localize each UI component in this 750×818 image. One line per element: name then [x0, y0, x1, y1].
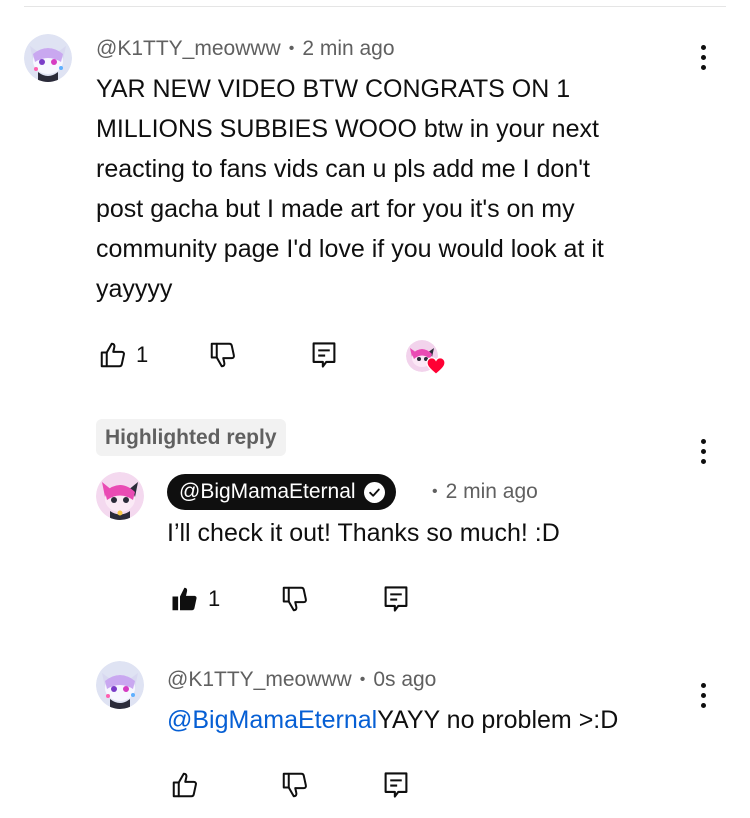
comment-time[interactable]: 2 min ago [302, 37, 394, 61]
meta-separator: • [359, 671, 366, 688]
comment-more-vert-icon[interactable] [693, 42, 713, 72]
reply2-author[interactable]: @K1TTY_meowww [167, 668, 352, 692]
comment-text-line: YAR NEW VIDEO BTW CONGRATS ON 1 [96, 75, 571, 103]
reply1-text: I’ll check it out! Thanks so much! :D [167, 519, 560, 547]
comment-text-line: post gacha but I made art for you it's o… [96, 195, 575, 223]
like-button[interactable] [170, 770, 200, 800]
comment-text-line: community page I'd love if you would loo… [96, 235, 604, 263]
comment-meta: @K1TTY_meowww • 2 min ago [96, 37, 395, 61]
like-icon [172, 772, 197, 798]
top-divider [24, 6, 726, 7]
verified-icon [363, 481, 385, 503]
reply-icon [312, 342, 336, 368]
dislike-button[interactable] [280, 584, 310, 614]
reply-button[interactable] [382, 770, 410, 800]
reply1-more-vert-icon[interactable] [693, 436, 713, 466]
like-icon [100, 342, 125, 368]
reply-button[interactable] [310, 340, 338, 370]
like-icon [172, 587, 197, 611]
mention-link[interactable]: @BigMamaEternal [167, 706, 377, 734]
comment-text-line: yayyyy [96, 275, 173, 303]
comment-text-line: reacting to fans vids can u pls add me I… [96, 155, 590, 183]
comment-text: YAR NEW VIDEO BTW CONGRATS ON 1 MILLIONS… [96, 69, 604, 309]
like-button[interactable]: 1 [98, 340, 148, 370]
reply-icon [384, 772, 408, 798]
reply-icon [384, 586, 408, 612]
meta-separator: • [432, 483, 438, 500]
creator-author-badge[interactable]: @BigMamaEternal [167, 474, 396, 510]
heart-icon [426, 357, 446, 375]
reply1-time[interactable]: 2 min ago [446, 480, 538, 504]
like-button[interactable]: 1 [170, 584, 220, 614]
meta-separator: • [288, 40, 295, 57]
dislike-icon [282, 772, 307, 798]
avatar[interactable] [24, 34, 72, 82]
reply2-meta: @K1TTY_meowww • 0s ago [167, 668, 436, 692]
dislike-button[interactable] [280, 770, 310, 800]
reply1-meta: • 2 min ago [432, 480, 538, 504]
reply1-author: @BigMamaEternal [179, 480, 356, 503]
avatar[interactable] [96, 661, 144, 709]
dislike-button[interactable] [208, 340, 238, 370]
highlighted-reply-badge: Highlighted reply [96, 419, 286, 456]
comment-author[interactable]: @K1TTY_meowww [96, 37, 281, 61]
dislike-icon [282, 586, 307, 612]
reply2-more-vert-icon[interactable] [693, 680, 713, 710]
dislike-icon [210, 342, 235, 368]
comment-text-line: MILLIONS SUBBIES WOOO btw in your next [96, 115, 599, 143]
like-count: 1 [208, 586, 221, 611]
reply2-text-content: YAYY no problem >:D [377, 706, 619, 734]
avatar[interactable] [96, 472, 144, 520]
reply2-time[interactable]: 0s ago [373, 668, 436, 692]
reply2-text: @BigMamaEternalYAYY no problem >:D [167, 700, 618, 740]
reply-button[interactable] [382, 584, 410, 614]
like-count: 1 [136, 342, 149, 367]
